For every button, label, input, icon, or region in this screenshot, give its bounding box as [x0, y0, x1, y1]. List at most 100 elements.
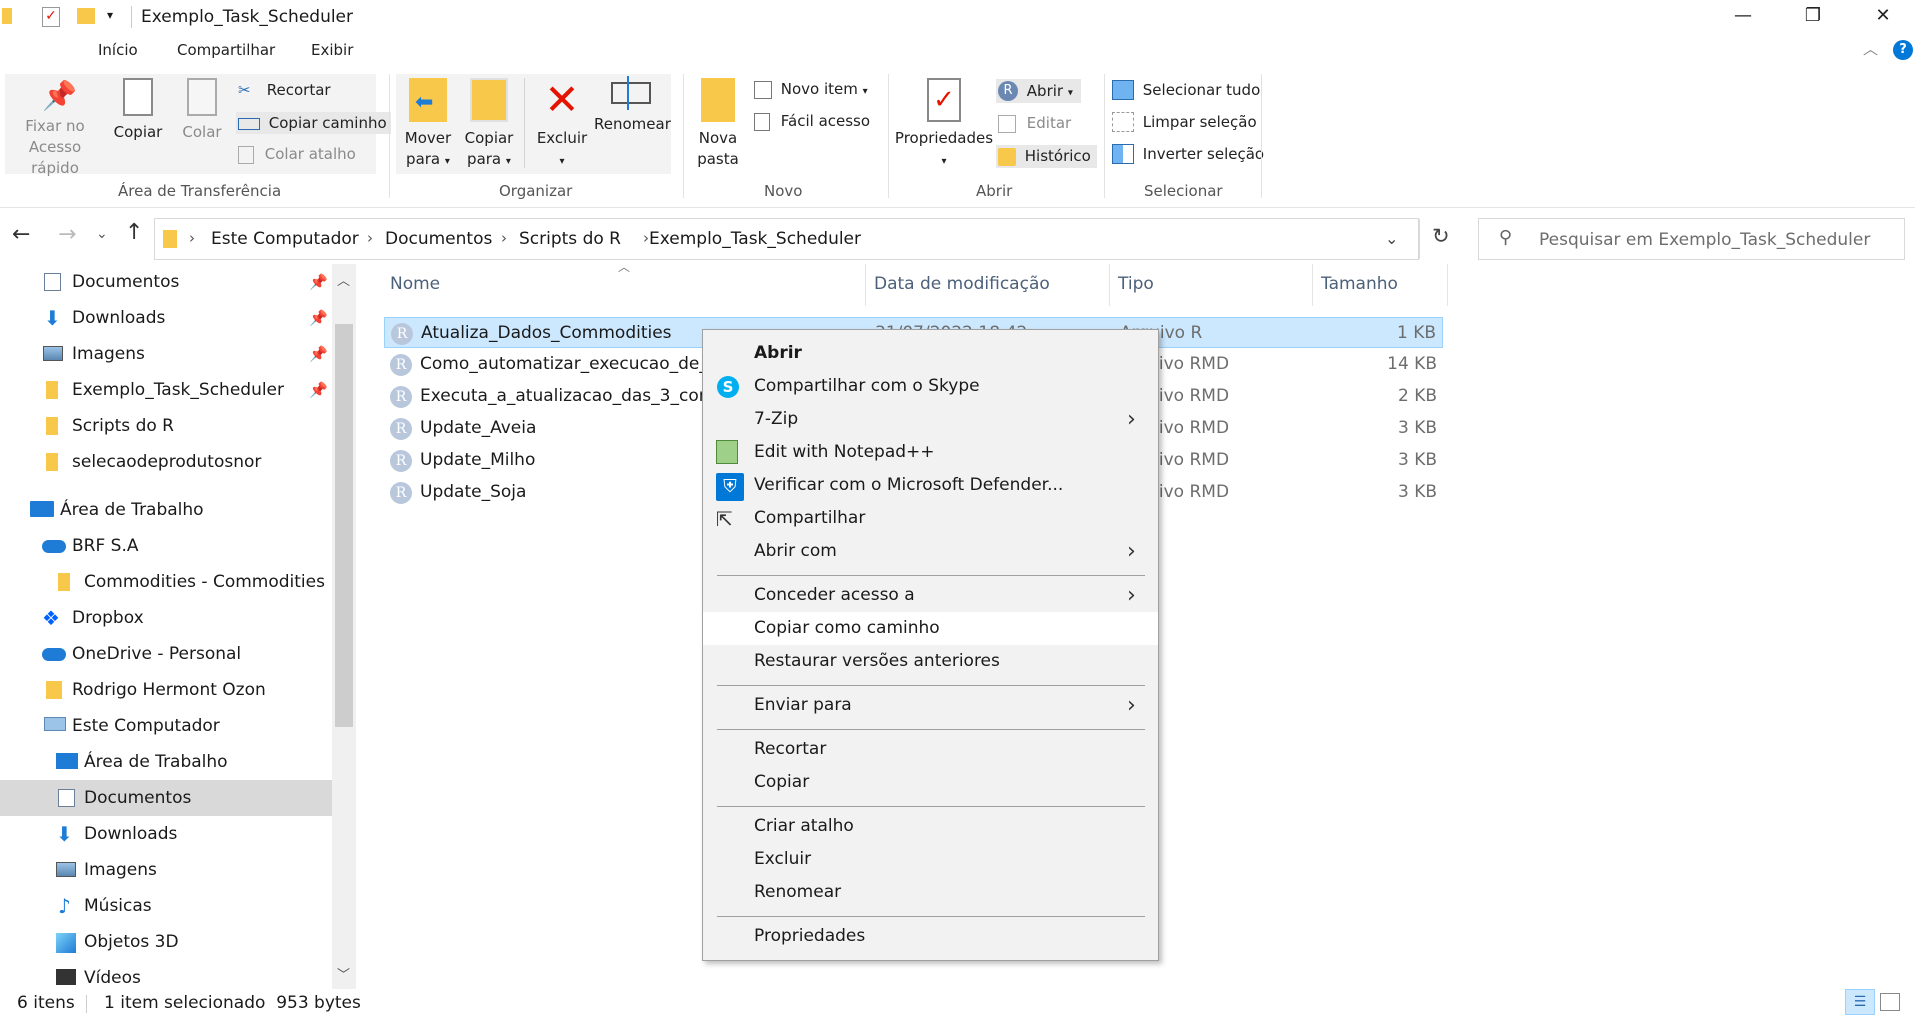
rename-button[interactable]: Renomear [594, 76, 671, 135]
navigation-pane-scrollbar[interactable]: ︿ ﹀ [332, 264, 356, 989]
nav-item-scripts-do-r[interactable]: Scripts do R [0, 408, 332, 444]
column-divider[interactable] [1109, 264, 1110, 306]
nav-item-rodrigo-hermont-ozon[interactable]: Rodrigo Hermont Ozon [0, 672, 332, 708]
details-view-icon[interactable]: ☰ [1845, 989, 1875, 1015]
tab-exibir[interactable]: Exibir [311, 41, 353, 59]
nav-item-documentos-pinned[interactable]: Documentos 📌 [0, 264, 332, 300]
paste-shortcut-button[interactable]: Colar atalho [238, 145, 356, 164]
refresh-icon[interactable]: ↻ [1432, 224, 1450, 248]
breadcrumb-exemplo-task-scheduler[interactable]: Exemplo_Task_Scheduler [649, 229, 861, 249]
invert-selection-button[interactable]: Inverter seleção [1112, 144, 1264, 164]
nav-item-pc-musicas[interactable]: ♪ Músicas [0, 888, 332, 924]
menu-item-cut[interactable]: Recortar [703, 733, 1158, 766]
column-divider[interactable] [865, 264, 866, 306]
move-to-button[interactable]: ⬅ Mover para ▾ [400, 78, 456, 172]
copy-path-button[interactable]: Copiar caminho [236, 112, 391, 134]
nav-item-pc-area-de-trabalho[interactable]: Área de Trabalho [0, 744, 332, 780]
nav-item-onedrive-personal[interactable]: OneDrive - Personal [0, 636, 332, 672]
back-arrow-icon[interactable]: ← [12, 222, 30, 247]
breadcrumb-chevron-icon[interactable]: › [189, 229, 195, 247]
forward-arrow-icon[interactable]: → [58, 222, 76, 247]
breadcrumb-chevron-icon[interactable]: › [501, 229, 507, 247]
nav-item-commodities[interactable]: Commodities - Commodities [0, 564, 332, 600]
properties-quick-icon[interactable]: ✓ [42, 7, 60, 27]
help-icon[interactable]: ? [1893, 40, 1913, 60]
nav-item-pc-objetos-3d[interactable]: Objetos 3D [0, 924, 332, 960]
nav-item-imagens-pinned[interactable]: Imagens 📌 [0, 336, 332, 372]
address-bar[interactable]: › Este Computador › Documentos › Scripts… [154, 218, 1420, 260]
pin-icon[interactable]: 📌 [309, 300, 328, 336]
pin-icon[interactable]: 📌 [309, 372, 328, 408]
clear-selection-button[interactable]: Limpar seleção [1112, 112, 1257, 132]
nav-item-pc-videos[interactable]: Vídeos [0, 960, 332, 989]
menu-item-share-skype[interactable]: S Compartilhar com o Skype [703, 370, 1158, 403]
copy-to-button[interactable]: Copiar para ▾ [461, 78, 517, 172]
scroll-up-chevron-icon[interactable]: ︿ [337, 270, 350, 289]
open-button[interactable]: R Abrir ▾ [996, 79, 1081, 103]
tab-compartilhar[interactable]: Compartilhar [177, 41, 275, 59]
menu-item-defender-scan[interactable]: ⛨ Verificar com o Microsoft Defender... [703, 469, 1158, 502]
menu-item-create-shortcut[interactable]: Criar atalho [703, 810, 1158, 843]
menu-item-grant-access[interactable]: Conceder acesso a › [703, 579, 1158, 612]
nav-item-area-de-trabalho[interactable]: Área de Trabalho [0, 492, 332, 528]
nav-item-selecaodeprodutosnor[interactable]: selecaodeprodutosnor [0, 444, 332, 480]
copy-button[interactable]: Copiar [110, 78, 166, 143]
breadcrumb-scripts-do-r[interactable]: Scripts do R [519, 229, 621, 249]
breadcrumb-este-computador[interactable]: Este Computador [211, 229, 359, 249]
tab-inicio[interactable]: Início [98, 41, 138, 59]
nav-item-exemplo-task-scheduler-pinned[interactable]: Exemplo_Task_Scheduler 📌 [0, 372, 332, 408]
column-divider[interactable] [1447, 264, 1448, 306]
column-header-date[interactable]: Data de modificação [874, 274, 1050, 294]
large-icons-view-icon[interactable] [1880, 993, 1900, 1011]
delete-button[interactable]: ✕ Excluir ▾ [534, 78, 590, 172]
quick-access-dropdown-icon[interactable]: ▾ [107, 8, 113, 22]
menu-item-open-with[interactable]: Abrir com › [703, 535, 1158, 568]
new-folder-button[interactable]: Nova pasta [690, 78, 746, 170]
up-arrow-icon[interactable]: ↑ [125, 220, 143, 245]
search-box[interactable]: ⚲ Pesquisar em Exemplo_Task_Scheduler [1478, 218, 1905, 260]
easy-access-button[interactable]: Fácil acesso [754, 112, 870, 131]
pin-icon[interactable]: 📌 [309, 264, 328, 300]
menu-item-properties[interactable]: Propriedades [703, 920, 1158, 953]
minimize-button[interactable]: — [1713, 0, 1773, 32]
close-button[interactable]: ✕ [1853, 0, 1913, 32]
menu-item-copy[interactable]: Copiar [703, 766, 1158, 799]
menu-item-share[interactable]: ⇱ Compartilhar [703, 502, 1158, 535]
nav-item-brf-sa[interactable]: BRF S.A [0, 528, 332, 564]
nav-item-downloads-pinned[interactable]: ⬇ Downloads 📌 [0, 300, 332, 336]
edit-button[interactable]: Editar [998, 114, 1071, 133]
menu-item-open[interactable]: Abrir [703, 337, 1158, 370]
paste-button[interactable]: Colar [174, 78, 230, 143]
select-all-button[interactable]: Selecionar tudo [1112, 80, 1260, 100]
new-item-button[interactable]: Novo item ▾ [754, 80, 868, 99]
menu-item-7zip[interactable]: 7-Zip › [703, 403, 1158, 436]
menu-item-rename[interactable]: Renomear [703, 876, 1158, 909]
pin-quick-access-button[interactable]: 📌 Fixar no Acesso rápido [3, 78, 107, 179]
scroll-down-chevron-icon[interactable]: ﹀ [337, 964, 350, 983]
recent-locations-chevron-icon[interactable]: ⌄ [96, 226, 108, 242]
nav-item-pc-downloads[interactable]: ⬇ Downloads [0, 816, 332, 852]
breadcrumb-chevron-icon[interactable]: › [367, 229, 373, 247]
properties-button[interactable]: ✓ Propriedades ▾ [894, 78, 994, 172]
column-divider[interactable] [1312, 264, 1313, 306]
pin-icon[interactable]: 📌 [309, 336, 328, 372]
nav-item-este-computador[interactable]: Este Computador [0, 708, 332, 744]
column-header-type[interactable]: Tipo [1118, 274, 1154, 294]
maximize-button[interactable]: ❐ [1783, 0, 1843, 32]
nav-item-dropbox[interactable]: ❖ Dropbox [0, 600, 332, 636]
column-header-size[interactable]: Tamanho [1321, 274, 1398, 294]
nav-item-pc-documentos[interactable]: Documentos [0, 780, 332, 816]
menu-item-notepad-plus-plus[interactable]: Edit with Notepad++ [703, 436, 1158, 469]
menu-item-copy-as-path[interactable]: Copiar como caminho [703, 612, 1158, 645]
menu-item-restore-previous-versions[interactable]: Restaurar versões anteriores [703, 645, 1158, 678]
column-header-name[interactable]: Nome [390, 274, 440, 294]
history-button[interactable]: Histórico [996, 145, 1097, 168]
nav-item-pc-imagens[interactable]: Imagens [0, 852, 332, 888]
menu-item-send-to[interactable]: Enviar para › [703, 689, 1158, 722]
new-folder-quick-icon[interactable] [77, 8, 95, 24]
menu-item-delete[interactable]: Excluir [703, 843, 1158, 876]
breadcrumb-documentos[interactable]: Documentos [385, 229, 492, 249]
cut-button[interactable]: ✂ Recortar [238, 81, 331, 99]
address-history-chevron-icon[interactable]: ⌄ [1385, 229, 1398, 248]
scrollbar-thumb[interactable] [335, 324, 353, 727]
